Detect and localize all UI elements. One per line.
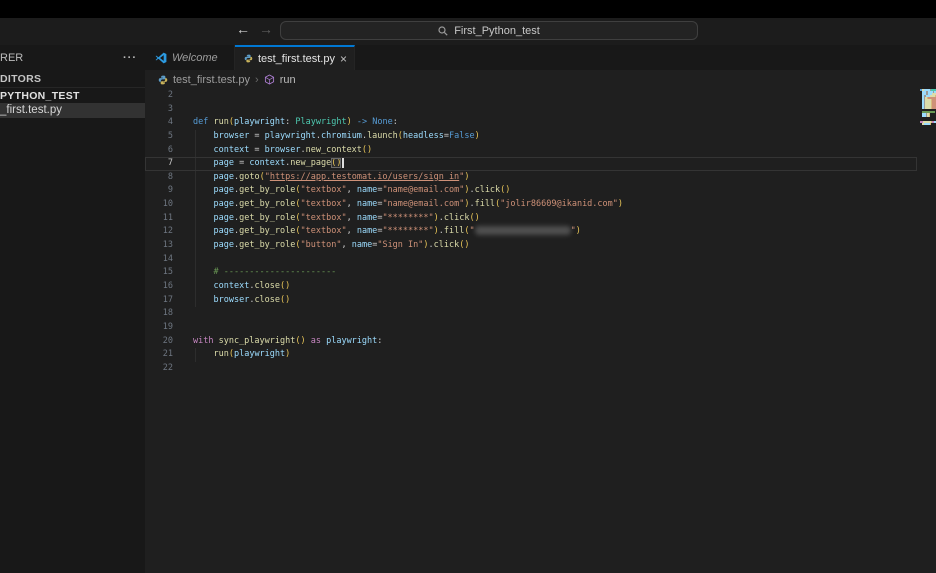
code-line[interactable]: 2 [145, 89, 917, 103]
code-line[interactable]: 8 page.goto("https://app.testomat.io/use… [145, 171, 917, 185]
code-line[interactable]: 4 def run(playwright: Playwright) -> None… [145, 116, 917, 130]
line-number[interactable]: 6 [145, 144, 173, 158]
line-number[interactable]: 14 [145, 253, 173, 267]
code-line[interactable]: 5 browser = playwright.chromium.launch(h… [145, 130, 917, 144]
line-number[interactable]: 10 [145, 198, 173, 212]
code-line[interactable]: 20 with sync_playwright() as playwright: [145, 335, 917, 349]
code-text[interactable]: def run(playwright: Playwright) -> None: [193, 116, 398, 130]
code-line[interactable]: 16 context.close() [145, 280, 917, 294]
code-text[interactable]: browser = playwright.chromium.launch(hea… [193, 130, 480, 144]
line-number[interactable]: 21 [145, 348, 173, 362]
tab-welcome[interactable]: Welcome [145, 45, 235, 70]
line-number[interactable]: 20 [145, 335, 173, 349]
code-text[interactable]: with sync_playwright() as playwright: [193, 335, 382, 349]
open-editors-section[interactable]: DITORS [0, 73, 41, 85]
line-number[interactable]: 11 [145, 212, 173, 226]
line-number[interactable]: 22 [145, 362, 173, 376]
code-line[interactable]: 13 page.get_by_role("button", name="Sign… [145, 239, 917, 253]
code-line[interactable]: 18 [145, 307, 917, 321]
code-text[interactable]: page.get_by_role("button", name="Sign In… [193, 239, 469, 253]
code-line[interactable]: 15 # ---------------------- [145, 266, 917, 280]
folder-section[interactable]: PYTHON_TEST [0, 90, 80, 102]
code-text[interactable]: page.get_by_role("textbox", name="******… [193, 212, 480, 226]
code-text[interactable]: page = context.new_page() [193, 157, 344, 171]
code-line[interactable]: 17 browser.close() [145, 294, 917, 308]
more-actions-icon[interactable]: ··· [123, 52, 137, 64]
tab-test-file[interactable]: test_first.test.py × [235, 45, 355, 70]
code-line[interactable]: 7 page = context.new_page() [145, 157, 917, 171]
command-center-search[interactable]: First_Python_test [280, 21, 698, 40]
code-lines: 234 def run(playwright: Playwright) -> No… [145, 89, 936, 375]
sidebar-explorer: RER ··· DITORS PYTHON_TEST _first.test.p… [0, 45, 145, 573]
code-line[interactable]: 6 context = browser.new_context() [145, 144, 917, 158]
code-text[interactable]: page.get_by_role("textbox", name="******… [193, 225, 581, 239]
back-button[interactable]: ← [236, 21, 250, 37]
sidebar-divider [0, 87, 145, 88]
line-number[interactable]: 9 [145, 184, 173, 198]
breadcrumb: test_first.test.py › run [145, 70, 936, 89]
line-number[interactable]: 3 [145, 103, 173, 117]
line-number[interactable]: 8 [145, 171, 173, 185]
code-text[interactable]: # ---------------------- [193, 266, 336, 280]
code-line[interactable]: 9 page.get_by_role("textbox", name="name… [145, 184, 917, 198]
line-number[interactable]: 17 [145, 294, 173, 308]
code-text[interactable]: context = browser.new_context() [193, 144, 372, 158]
code-text[interactable]: browser.close() [193, 294, 290, 308]
code-line[interactable]: 14 [145, 253, 917, 267]
vscode-logo-icon [155, 52, 167, 64]
code-line[interactable]: 3 [145, 103, 917, 117]
code-line[interactable]: 19 [145, 321, 917, 335]
top-strip [0, 0, 936, 18]
explorer-header: RER ··· [0, 52, 137, 64]
line-number[interactable]: 15 [145, 266, 173, 280]
code-line[interactable]: 11 page.get_by_role("textbox", name="***… [145, 212, 917, 226]
tab-label: Welcome [172, 52, 218, 64]
code-text[interactable]: page.get_by_role("textbox", name="name@e… [193, 198, 623, 212]
breadcrumb-symbol[interactable]: run [280, 74, 296, 86]
line-number[interactable]: 7 [145, 157, 173, 171]
line-number[interactable]: 12 [145, 225, 173, 239]
code-line[interactable]: 12 page.get_by_role("textbox", name="***… [145, 225, 917, 239]
python-icon [158, 75, 168, 85]
line-number[interactable]: 16 [145, 280, 173, 294]
forward-button[interactable]: → [259, 21, 273, 37]
code-line[interactable]: 10 page.get_by_role("textbox", name="nam… [145, 198, 917, 212]
line-number[interactable]: 4 [145, 116, 173, 130]
code-text[interactable]: run(playwright) [193, 348, 290, 362]
close-icon[interactable]: × [340, 52, 347, 66]
title-bar: ← → First_Python_test [0, 18, 936, 45]
line-number[interactable]: 13 [145, 239, 173, 253]
code-line[interactable]: 22 [145, 362, 917, 376]
line-number[interactable]: 18 [145, 307, 173, 321]
chevron-right-icon: › [255, 74, 259, 86]
breadcrumb-file[interactable]: test_first.test.py [173, 74, 250, 86]
line-number[interactable]: 2 [145, 89, 173, 103]
sidebar-file-selected[interactable]: _first.test.py [0, 103, 145, 118]
search-icon [438, 26, 448, 36]
line-number[interactable]: 19 [145, 321, 173, 335]
code-line[interactable]: 21 run(playwright) [145, 348, 917, 362]
code-text[interactable]: page.get_by_role("textbox", name="name@e… [193, 184, 510, 198]
minimap[interactable] [920, 85, 936, 127]
tab-label: test_first.test.py [258, 53, 335, 65]
python-icon [244, 53, 253, 64]
code-text[interactable]: page.goto("https://app.testomat.io/users… [193, 171, 469, 185]
search-text: First_Python_test [454, 25, 540, 37]
line-number[interactable]: 5 [145, 130, 173, 144]
tab-bar: Welcome test_first.test.py × [145, 45, 936, 70]
explorer-title: RER [0, 52, 23, 64]
method-symbol-icon [264, 74, 275, 85]
code-text[interactable]: context.close() [193, 280, 290, 294]
text-cursor [342, 158, 344, 168]
